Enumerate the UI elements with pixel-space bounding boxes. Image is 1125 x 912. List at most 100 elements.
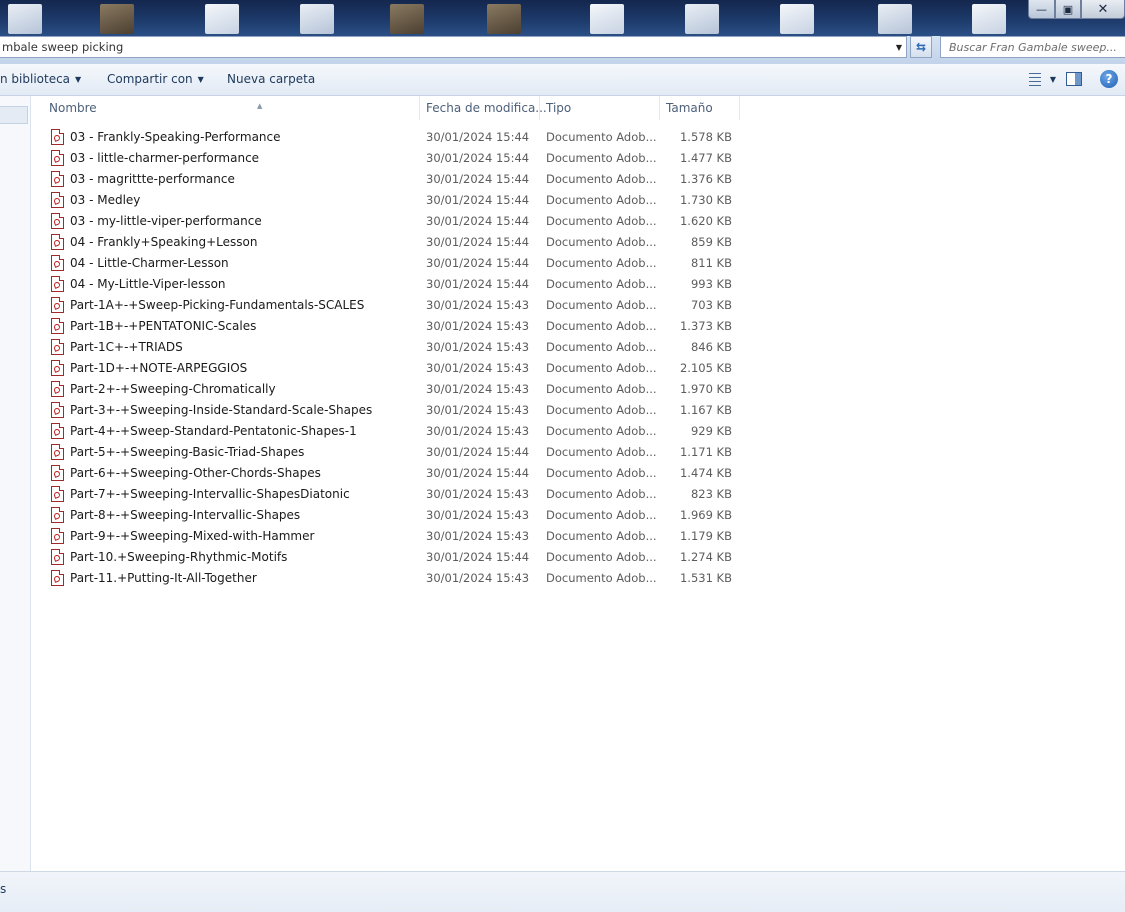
desktop-thumbnail [300, 4, 334, 34]
file-name[interactable]: Part-9+-+Sweeping-Mixed-with-Hammer [70, 526, 314, 547]
close-button[interactable]: ✕ [1081, 0, 1125, 19]
file-row[interactable]: 03 - my-little-viper-performance 30/01/2… [31, 211, 1125, 232]
desktop-thumbnail [878, 4, 912, 34]
file-name[interactable]: 03 - little-charmer-performance [70, 148, 259, 169]
new-folder-button[interactable]: Nueva carpeta [227, 72, 315, 86]
file-name[interactable]: Part-4+-+Sweep-Standard-Pentatonic-Shape… [70, 421, 357, 442]
maximize-button[interactable]: ▣ [1055, 0, 1081, 19]
file-date: 30/01/2024 15:44 [426, 550, 530, 564]
file-name[interactable]: Part-6+-+Sweeping-Other-Chords-Shapes [70, 463, 321, 484]
file-name[interactable]: 03 - my-little-viper-performance [70, 211, 262, 232]
file-name[interactable]: 04 - My-Little-Viper-lesson [70, 274, 226, 295]
file-row[interactable]: Part-9+-+Sweeping-Mixed-with-Hammer 30/0… [31, 526, 1125, 547]
file-row[interactable]: Part-11.+Putting-It-All-Together 30/01/2… [31, 568, 1125, 589]
file-date: 30/01/2024 15:43 [426, 298, 530, 312]
column-size[interactable]: Tamaño [660, 96, 740, 120]
pdf-icon [51, 486, 64, 502]
file-name[interactable]: Part-1A+-+Sweep-Picking-Fundamentals-SCA… [70, 295, 364, 316]
file-size: 929 KB [690, 424, 732, 438]
column-type[interactable]: Tipo [540, 96, 660, 120]
refresh-button[interactable]: ⇆ [910, 36, 932, 58]
file-name[interactable]: Part-2+-+Sweeping-Chromatically [70, 379, 276, 400]
desktop-thumbnail [390, 4, 424, 34]
desktop-thumbnail [205, 4, 239, 34]
minimize-button[interactable]: — [1028, 0, 1055, 19]
file-row[interactable]: Part-8+-+Sweeping-Intervallic-Shapes 30/… [31, 505, 1125, 526]
file-type: Documento Adob... [546, 424, 657, 438]
file-size: 1.970 KB [679, 382, 732, 396]
file-row[interactable]: 03 - Medley 30/01/2024 15:44 Documento A… [31, 190, 1125, 211]
file-type: Documento Adob... [546, 319, 657, 333]
file-row[interactable]: Part-1B+-+PENTATONIC-Scales 30/01/2024 1… [31, 316, 1125, 337]
file-row[interactable]: Part-3+-+Sweeping-Inside-Standard-Scale-… [31, 400, 1125, 421]
share-with-button[interactable]: Compartir con ▼ [107, 72, 204, 86]
file-name[interactable]: Part-7+-+Sweeping-Intervallic-ShapesDiat… [70, 484, 350, 505]
file-name[interactable]: 03 - Frankly-Speaking-Performance [70, 127, 281, 148]
help-icon[interactable]: ? [1100, 70, 1118, 88]
desktop-thumbnail [8, 4, 42, 34]
file-name[interactable]: 03 - magrittte-performance [70, 169, 235, 190]
file-name[interactable]: 03 - Medley [70, 190, 140, 211]
chevron-down-icon[interactable]: ▼ [892, 43, 906, 52]
file-row[interactable]: Part-6+-+Sweeping-Other-Chords-Shapes 30… [31, 463, 1125, 484]
file-row[interactable]: Part-5+-+Sweeping-Basic-Triad-Shapes 30/… [31, 442, 1125, 463]
file-row[interactable]: Part-2+-+Sweeping-Chromatically 30/01/20… [31, 379, 1125, 400]
file-type: Documento Adob... [546, 340, 657, 354]
file-name[interactable]: Part-1C+-+TRIADS [70, 337, 183, 358]
file-type: Documento Adob... [546, 487, 657, 501]
preview-pane-icon[interactable] [1066, 72, 1082, 86]
file-name[interactable]: Part-5+-+Sweeping-Basic-Triad-Shapes [70, 442, 304, 463]
views-icon[interactable] [1026, 70, 1046, 88]
navigation-selected-item[interactable] [0, 106, 28, 124]
address-path[interactable]: mbale sweep picking [0, 40, 892, 54]
navigation-pane[interactable] [0, 96, 31, 871]
file-type: Documento Adob... [546, 382, 657, 396]
file-size: 1.171 KB [679, 445, 732, 459]
column-date[interactable]: Fecha de modifica... [420, 96, 547, 120]
pdf-icon [51, 150, 64, 166]
file-type: Documento Adob... [546, 172, 657, 186]
file-date: 30/01/2024 15:44 [426, 151, 530, 165]
column-name[interactable]: ▲ Nombre [31, 96, 420, 120]
file-name[interactable]: Part-1B+-+PENTATONIC-Scales [70, 316, 256, 337]
file-row[interactable]: 03 - magrittte-performance 30/01/2024 15… [31, 169, 1125, 190]
file-size: 1.373 KB [679, 319, 732, 333]
share-with-label: Compartir con [107, 72, 193, 86]
file-name[interactable]: 04 - Frankly+Speaking+Lesson [70, 232, 257, 253]
file-row[interactable]: 04 - Frankly+Speaking+Lesson 30/01/2024 … [31, 232, 1125, 253]
file-size: 1.376 KB [679, 172, 732, 186]
pdf-icon [51, 570, 64, 586]
close-icon: ✕ [1097, 1, 1109, 17]
file-name[interactable]: Part-8+-+Sweeping-Intervallic-Shapes [70, 505, 300, 526]
file-type: Documento Adob... [546, 466, 657, 480]
file-row[interactable]: Part-10.+Sweeping-Rhythmic-Motifs 30/01/… [31, 547, 1125, 568]
file-type: Documento Adob... [546, 298, 657, 312]
file-row[interactable]: Part-4+-+Sweep-Standard-Pentatonic-Shape… [31, 421, 1125, 442]
file-row[interactable]: 03 - little-charmer-performance 30/01/20… [31, 148, 1125, 169]
file-row[interactable]: Part-1A+-+Sweep-Picking-Fundamentals-SCA… [31, 295, 1125, 316]
pdf-icon [51, 549, 64, 565]
file-row[interactable]: Part-1D+-+NOTE-ARPEGGIOS 30/01/2024 15:4… [31, 358, 1125, 379]
pdf-icon [51, 318, 64, 334]
chevron-down-icon[interactable]: ▼ [1050, 75, 1056, 84]
desktop-thumbnail [972, 4, 1006, 34]
desktop-thumbnail [685, 4, 719, 34]
pdf-icon [51, 129, 64, 145]
file-name[interactable]: Part-10.+Sweeping-Rhythmic-Motifs [70, 547, 287, 568]
file-name[interactable]: Part-1D+-+NOTE-ARPEGGIOS [70, 358, 247, 379]
pdf-icon [51, 171, 64, 187]
file-name[interactable]: Part-11.+Putting-It-All-Together [70, 568, 257, 589]
include-in-library-button[interactable]: n biblioteca ▼ [0, 72, 81, 86]
file-row[interactable]: 04 - My-Little-Viper-lesson 30/01/2024 1… [31, 274, 1125, 295]
file-name[interactable]: 04 - Little-Charmer-Lesson [70, 253, 229, 274]
address-bar[interactable]: mbale sweep picking ▼ [0, 36, 907, 58]
file-row[interactable]: Part-1C+-+TRIADS 30/01/2024 15:43 Docume… [31, 337, 1125, 358]
column-name-label: Nombre [49, 101, 97, 115]
file-name[interactable]: Part-3+-+Sweeping-Inside-Standard-Scale-… [70, 400, 372, 421]
chevron-down-icon: ▼ [75, 75, 82, 84]
file-row[interactable]: Part-7+-+Sweeping-Intervallic-ShapesDiat… [31, 484, 1125, 505]
file-row[interactable]: 04 - Little-Charmer-Lesson 30/01/2024 15… [31, 253, 1125, 274]
search-input[interactable]: Buscar Fran Gambale sweep... [940, 36, 1125, 58]
file-type: Documento Adob... [546, 193, 657, 207]
file-row[interactable]: 03 - Frankly-Speaking-Performance 30/01/… [31, 127, 1125, 148]
